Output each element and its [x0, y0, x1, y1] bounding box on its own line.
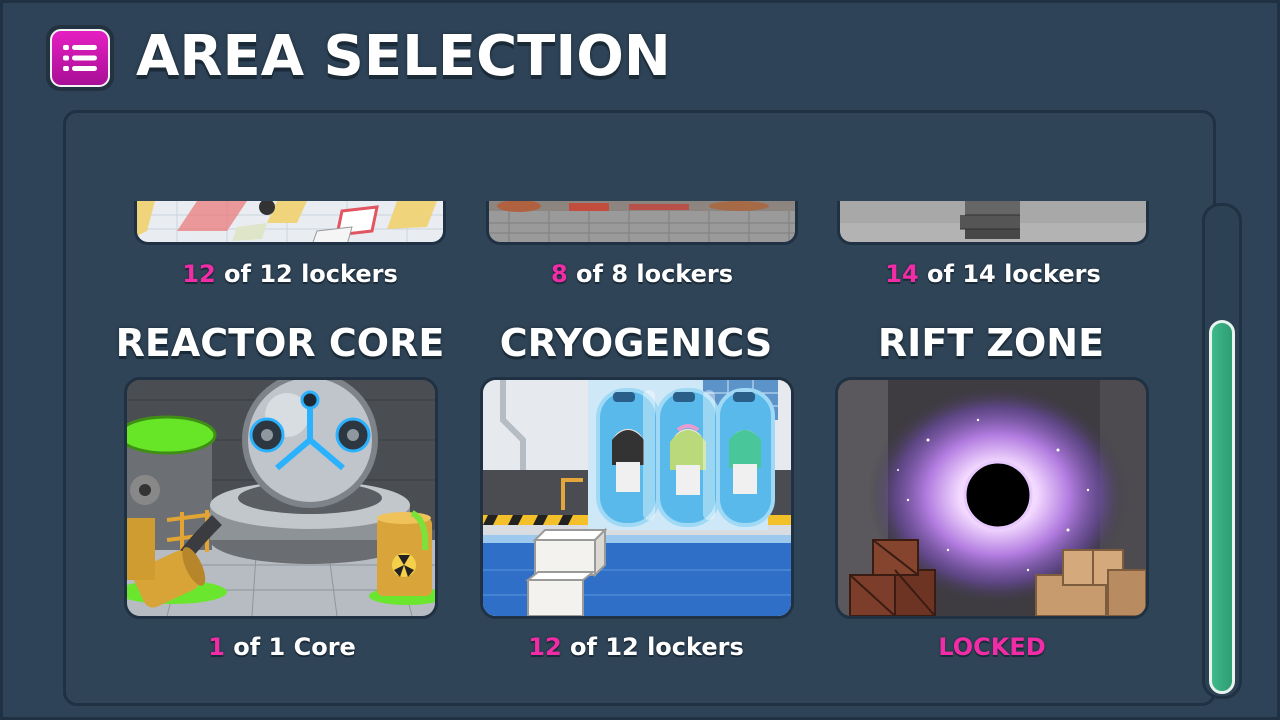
- area-name-reactor-core: REACTOR CORE: [115, 321, 445, 365]
- area-tile-partial-3[interactable]: [837, 201, 1149, 245]
- area-count-cryogenics: 12 of 12 lockers: [466, 633, 806, 661]
- page-title: AREA SELECTION: [136, 24, 671, 89]
- area-tile-rift-zone[interactable]: [835, 377, 1149, 619]
- count-number: 12: [528, 633, 562, 661]
- cryogenics-scene: [483, 380, 791, 616]
- scrollbar-thumb[interactable]: [1209, 320, 1235, 694]
- count-number: 14: [885, 260, 919, 288]
- count-suffix: of 14 lockers: [918, 260, 1101, 288]
- area-tile-partial-2[interactable]: [486, 201, 798, 245]
- area-count-partial-1: 12 of 12 lockers: [120, 260, 460, 288]
- list-menu-icon: [50, 29, 110, 87]
- area-tile-cryogenics[interactable]: [480, 377, 794, 619]
- count-suffix: of 12 lockers: [561, 633, 744, 661]
- rift-zone-scene: [838, 380, 1146, 616]
- count-number: 1: [208, 633, 225, 661]
- area-count-partial-2: 8 of 8 lockers: [472, 260, 812, 288]
- area-tile-partial-1[interactable]: [134, 201, 446, 245]
- menu-button[interactable]: [46, 25, 114, 91]
- count-suffix: of 8 lockers: [567, 260, 734, 288]
- reactor-core-scene: [127, 380, 435, 616]
- area-name-cryogenics: CRYOGENICS: [499, 321, 773, 365]
- area-count-partial-3: 14 of 14 lockers: [823, 260, 1163, 288]
- count-suffix: of 1 Core: [224, 633, 356, 661]
- count-number: 12: [182, 260, 216, 288]
- area-count-reactor-core: 1 of 1 Core: [112, 633, 452, 661]
- area-status-rift-zone: LOCKED: [938, 633, 1046, 661]
- count-number: 8: [550, 260, 568, 288]
- area-list-panel: 12 of 12 lockers 8 of 8 lockers 14 of 14…: [63, 110, 1216, 706]
- area-name-rift-zone: RIFT ZONE: [877, 321, 1105, 365]
- scrollbar-track[interactable]: [1202, 203, 1242, 699]
- count-suffix: of 12 lockers: [215, 260, 398, 288]
- area-tile-reactor-core[interactable]: [124, 377, 438, 619]
